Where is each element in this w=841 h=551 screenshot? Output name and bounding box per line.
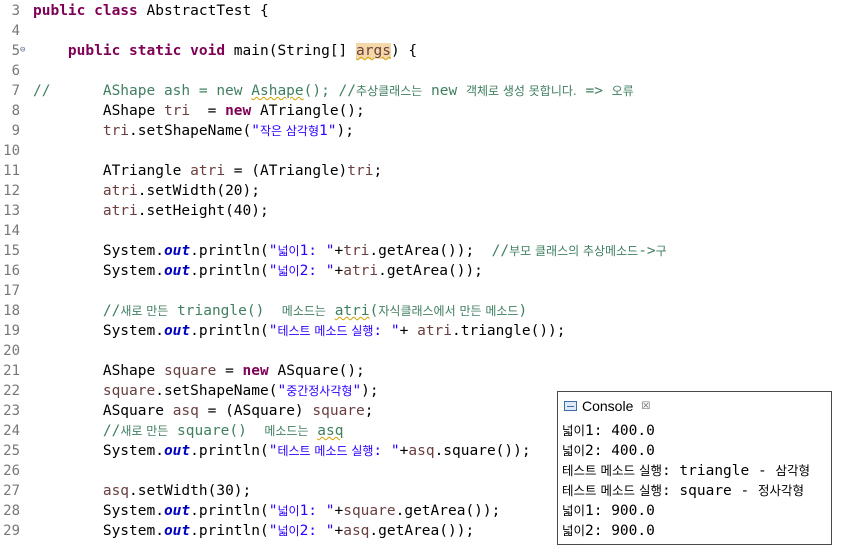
line-number: 9: [11, 123, 20, 139]
code-line[interactable]: 7 // AShape ash = new Ashape(); //추상클래스는 …: [0, 81, 841, 101]
code-text[interactable]: tri.setShapeName("작은 삼각형1");: [33, 121, 354, 141]
code-line[interactable]: 4: [0, 21, 841, 41]
code-text[interactable]: public static void main(String[] args) {: [33, 41, 417, 61]
code-text[interactable]: //새로 만든 triangle() 메소드는 atri(자식클래스에서 만든 …: [33, 301, 527, 321]
code-line[interactable]: 13 atri.setHeight(40);: [0, 201, 841, 221]
console-tab[interactable]: Console ☒: [558, 392, 668, 420]
line-number: 23: [3, 403, 20, 419]
line-number: 24: [3, 423, 20, 439]
code-line[interactable]: 6: [0, 61, 841, 81]
code-line[interactable]: 3 public class AbstractTest {: [0, 1, 841, 21]
code-text[interactable]: System.out.println("테스트 메소드 실행: "+ atri.…: [33, 321, 566, 341]
console-output-line: 테스트 메소드 실행: triangle - 삼각형: [562, 463, 810, 479]
console-output-line: 넓이1: 400.0: [562, 423, 655, 439]
line-number: 14: [3, 223, 20, 239]
code-line[interactable]: 19 System.out.println("테스트 메소드 실행: "+ at…: [0, 321, 841, 341]
line-number: 27: [3, 483, 20, 499]
line-number: 13: [3, 203, 20, 219]
code-text[interactable]: square.setShapeName("중간정사각형");: [33, 381, 379, 401]
line-number: 29: [3, 523, 20, 539]
code-text[interactable]: System.out.println("넓이2: "+asq.getArea()…: [33, 521, 474, 541]
console-output-line: 넓이1: 900.0: [562, 503, 655, 519]
console-output-line: 테스트 메소드 실행: square - 정사각형: [562, 483, 804, 499]
line-number: 21: [3, 363, 20, 379]
code-line[interactable]: 12 atri.setWidth(20);: [0, 181, 841, 201]
code-line[interactable]: 21 AShape square = new ASquare();: [0, 361, 841, 381]
code-line[interactable]: 15 System.out.println("넓이1: "+tri.getAre…: [0, 241, 841, 261]
code-text[interactable]: // AShape ash = new Ashape(); //추상클래스는 n…: [33, 81, 634, 101]
code-line[interactable]: 14: [0, 221, 841, 241]
code-line[interactable]: 18 //새로 만든 triangle() 메소드는 atri(자식클래스에서 …: [0, 301, 841, 321]
line-number: 22: [3, 383, 20, 399]
line-number: 15: [3, 243, 20, 259]
code-text[interactable]: System.out.println("넓이2: "+atri.getArea(…: [33, 261, 483, 281]
code-text[interactable]: ASquare asq = (ASquare) square;: [33, 401, 374, 421]
console-output[interactable]: 넓이1: 400.0 넓이2: 400.0 테스트 메소드 실행: triangle…: [562, 421, 810, 541]
code-line[interactable]: 20: [0, 341, 841, 361]
line-number: 5: [11, 43, 20, 59]
line-number: 16: [3, 263, 20, 279]
line-number: 20: [3, 343, 20, 359]
line-number: 11: [3, 163, 20, 179]
console-icon: [564, 401, 577, 411]
console-view[interactable]: Console ☒ 넓이1: 400.0 넓이2: 400.0 테스트 메소드 실행…: [557, 391, 832, 545]
console-output-line: 넓이2: 900.0: [562, 523, 655, 539]
code-line[interactable]: 8 AShape tri = new ATriangle();: [0, 101, 841, 121]
code-text[interactable]: System.out.println("테스트 메소드 실행: "+asq.sq…: [33, 441, 531, 461]
close-icon[interactable]: ☒: [641, 401, 650, 412]
code-line[interactable]: 9 tri.setShapeName("작은 삼각형1");: [0, 121, 841, 141]
code-line[interactable]: 16 System.out.println("넓이2: "+atri.getAr…: [0, 261, 841, 281]
code-line[interactable]: 17: [0, 281, 841, 301]
line-number: 18: [3, 303, 20, 319]
code-line[interactable]: 10: [0, 141, 841, 161]
line-number: 10: [3, 143, 20, 159]
line-number: 4: [11, 23, 20, 39]
code-text[interactable]: atri.setWidth(20);: [33, 181, 260, 201]
line-number: 17: [3, 283, 20, 299]
line-number: 7: [11, 83, 20, 99]
console-title: Console: [582, 398, 634, 414]
line-number: 8: [11, 103, 20, 119]
line-number: 25: [3, 443, 20, 459]
code-line[interactable]: 11 ATriangle atri = (ATriangle)tri;: [0, 161, 841, 181]
code-text[interactable]: public class AbstractTest {: [33, 1, 269, 21]
line-number: 19: [3, 323, 20, 339]
code-text[interactable]: asq.setWidth(30);: [33, 481, 251, 501]
line-number: 26: [3, 463, 20, 479]
code-text[interactable]: //새로 만든 square() 메소드는 asq: [33, 421, 344, 441]
code-text[interactable]: System.out.println("넓이1: "+tri.getArea()…: [33, 241, 667, 261]
line-number: 6: [11, 63, 20, 79]
code-line[interactable]: 5 ⊖ public static void main(String[] args…: [0, 41, 841, 61]
code-text[interactable]: System.out.println("넓이1: "+square.getAre…: [33, 501, 501, 521]
line-number: 28: [3, 503, 20, 519]
console-output-line: 넓이2: 400.0: [562, 443, 655, 459]
code-text[interactable]: atri.setHeight(40);: [33, 201, 269, 221]
fold-toggle-icon[interactable]: ⊖: [20, 44, 25, 56]
code-text[interactable]: ATriangle atri = (ATriangle)tri;: [33, 161, 382, 181]
line-number: 3: [11, 3, 20, 19]
code-text[interactable]: AShape square = new ASquare();: [33, 361, 365, 381]
code-text[interactable]: AShape tri = new ATriangle();: [33, 101, 365, 121]
line-number: 12: [3, 183, 20, 199]
